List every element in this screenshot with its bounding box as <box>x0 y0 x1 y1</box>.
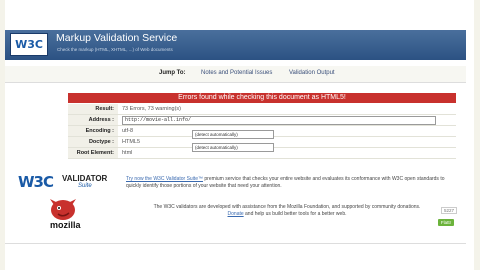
validator-logo-w3c: W3C <box>18 173 54 191</box>
sponsor-line2: and help us build better tools for a bet… <box>243 211 347 217</box>
encoding-label: Encoding : <box>68 125 118 137</box>
doctype-label: Doctype : <box>68 136 118 148</box>
doctype-select[interactable]: (detect automatically) <box>192 143 274 152</box>
page-title: Markup Validation Service <box>56 32 178 44</box>
sponsor-text: The W3C validators are developed with as… <box>118 204 456 218</box>
root-element-label: Root Element: <box>68 147 118 159</box>
jump-bar: Jump To: Notes and Potential Issues Vali… <box>5 66 466 83</box>
mozilla-logo-text[interactable]: mozilla <box>50 220 81 230</box>
w3c-logo-text: W3C <box>15 38 43 51</box>
address-input[interactable]: http://movie-all.info/ <box>122 115 436 125</box>
jump-link-output[interactable]: Validation Output <box>289 70 335 76</box>
result-value: 73 Errors, 73 warning(s) <box>118 104 456 115</box>
promo-text: Try now the W3C Validator Suite™ premium… <box>126 176 456 190</box>
jump-label: Jump To: <box>159 70 186 76</box>
validator-logo-validator: VALIDATOR <box>62 174 108 183</box>
right-gutter <box>474 0 480 270</box>
donate-link[interactable]: Donate <box>228 211 244 217</box>
flattr-button[interactable]: Flattr <box>438 219 454 226</box>
w3c-logo[interactable]: W3C <box>10 33 48 56</box>
doctype-value: HTML5 <box>118 136 456 148</box>
validator-logo-suite: Suite <box>78 183 92 189</box>
validator-suite-link[interactable]: Try now the W3C Validator Suite™ <box>126 176 203 182</box>
sponsor-line1: The W3C validators are developed with as… <box>153 204 421 210</box>
validator-suite-logo[interactable]: W3C VALIDATOR Suite <box>18 173 107 192</box>
encoding-value: utf-8 <box>118 125 456 137</box>
page-subtitle: Check the markup (HTML, XHTML, ...) of W… <box>57 47 173 52</box>
address-row: Address : http://movie-all.info/ <box>68 114 456 126</box>
jump-link-notes[interactable]: Notes and Potential Issues <box>201 70 272 76</box>
result-row: Result: 73 Errors, 73 warning(s) <box>68 104 456 115</box>
encoding-select[interactable]: (detect automatically) <box>192 130 274 139</box>
flattr-count: 5227 <box>441 207 458 214</box>
address-label: Address : <box>68 114 118 126</box>
error-banner: Errors found while checking this documen… <box>68 93 456 103</box>
footer-divider <box>5 243 466 244</box>
root-element-value: html <box>118 147 456 159</box>
result-label: Result: <box>68 104 118 115</box>
